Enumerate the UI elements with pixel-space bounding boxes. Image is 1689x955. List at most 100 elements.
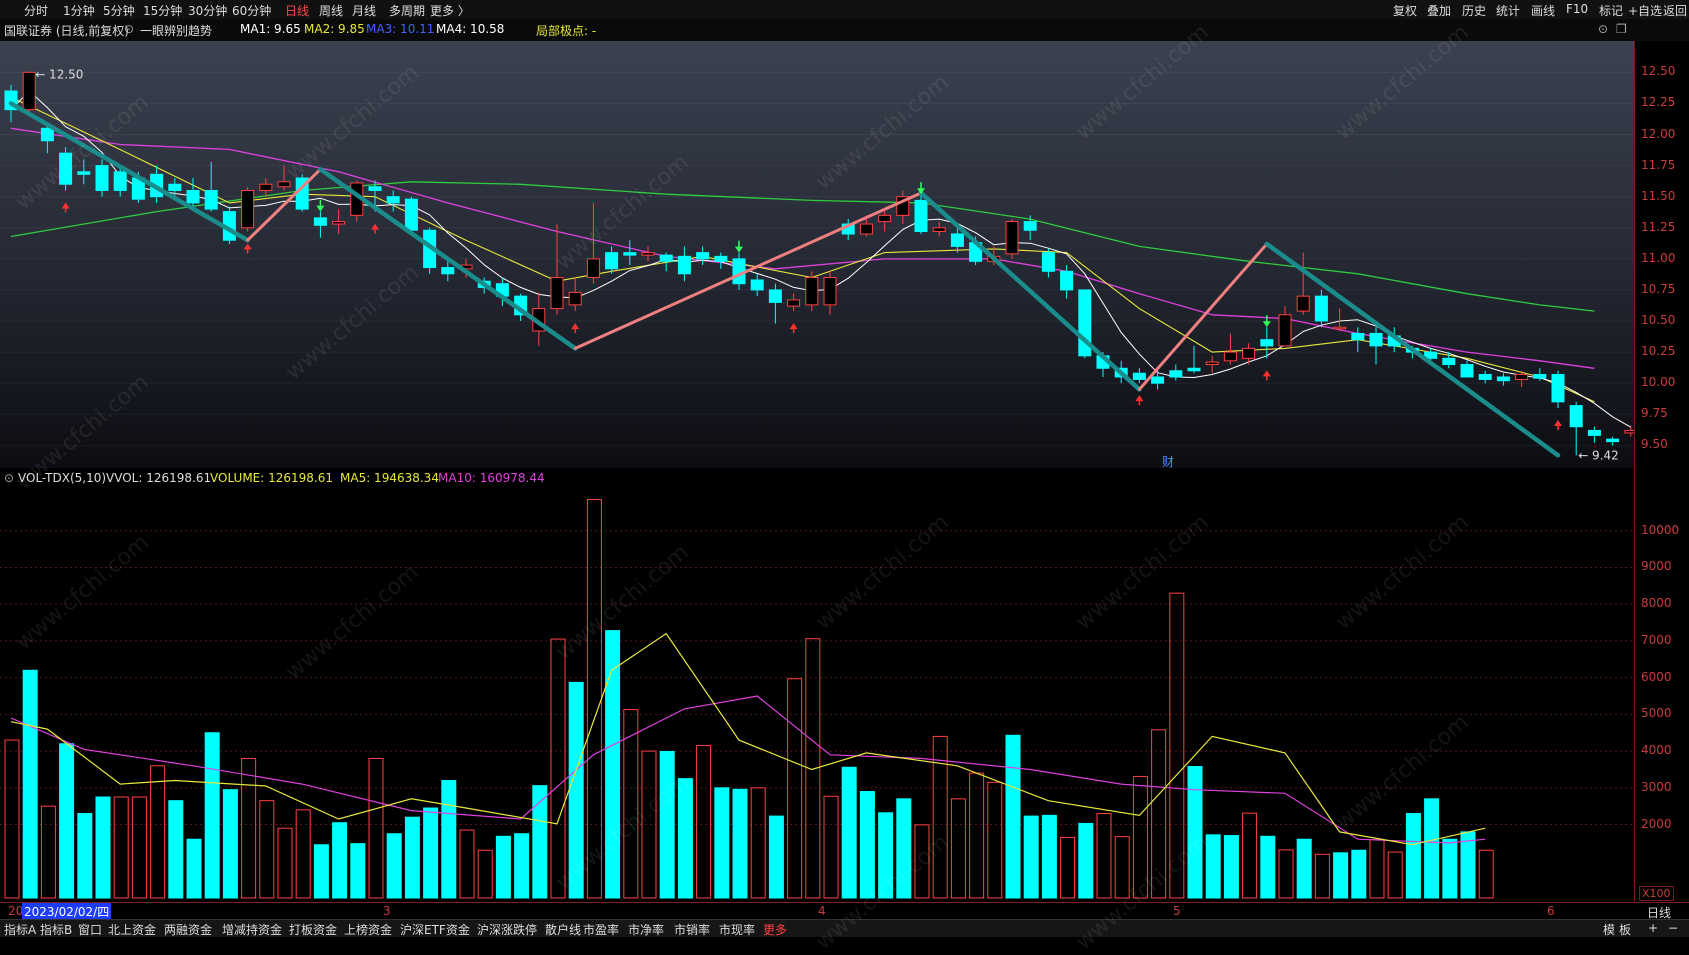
volume-bar[interactable] bbox=[732, 788, 748, 899]
period-tab[interactable]: 30分钟 bbox=[188, 2, 227, 19]
candle[interactable] bbox=[204, 161, 218, 212]
period-tab[interactable]: 1分钟 bbox=[63, 2, 95, 19]
volume-bar[interactable] bbox=[841, 766, 857, 899]
candle[interactable] bbox=[1223, 333, 1237, 365]
volume-bar[interactable] bbox=[295, 809, 311, 899]
volume-bar[interactable] bbox=[423, 807, 439, 899]
volume-bar[interactable] bbox=[1223, 835, 1239, 899]
bottom-tab[interactable]: 沪深涨跌停 bbox=[477, 921, 537, 938]
bottom-tab[interactable]: 上榜资金 bbox=[344, 921, 392, 938]
bottom-tool[interactable]: + bbox=[1648, 921, 1658, 935]
tool-button[interactable]: F10 bbox=[1566, 2, 1588, 16]
volume-bar[interactable] bbox=[1478, 849, 1494, 899]
volume-bar[interactable] bbox=[259, 800, 275, 899]
candle[interactable] bbox=[59, 146, 73, 191]
volume-bar[interactable] bbox=[1096, 813, 1112, 899]
volume-bar[interactable] bbox=[277, 827, 293, 899]
volume-bar[interactable] bbox=[605, 630, 621, 899]
candle[interactable] bbox=[1169, 364, 1183, 381]
period-tab[interactable]: 5分钟 bbox=[103, 2, 135, 19]
candle[interactable] bbox=[677, 246, 691, 282]
indicator-name[interactable]: 一眼辨别趋势 bbox=[140, 22, 212, 39]
candle[interactable] bbox=[77, 159, 91, 185]
volume-bar[interactable] bbox=[896, 798, 912, 899]
volume-chart-panel[interactable]: ⊙ VOL-TDX(5,10) VVOL: 126198.61 VOLUME: … bbox=[0, 468, 1634, 902]
volume-bar[interactable] bbox=[1005, 734, 1021, 899]
volume-bar[interactable] bbox=[1205, 834, 1221, 899]
bottom-tool[interactable]: 模 bbox=[1603, 921, 1615, 938]
volume-bar[interactable] bbox=[750, 787, 766, 899]
volume-bar[interactable] bbox=[1314, 853, 1330, 899]
bottom-tool[interactable]: 板 bbox=[1619, 921, 1631, 938]
bottom-tab[interactable]: 指标B bbox=[40, 921, 72, 938]
candle[interactable] bbox=[805, 271, 819, 312]
candle[interactable] bbox=[386, 190, 400, 212]
candle[interactable] bbox=[259, 178, 273, 197]
volume-bar[interactable] bbox=[241, 757, 257, 899]
volume-bar[interactable] bbox=[332, 822, 348, 899]
volume-bar[interactable] bbox=[586, 499, 602, 899]
volume-bar[interactable] bbox=[1424, 798, 1440, 899]
volume-bar[interactable] bbox=[1405, 813, 1421, 899]
tool-button[interactable]: 叠加 bbox=[1427, 2, 1451, 19]
volume-bar[interactable] bbox=[404, 816, 420, 899]
candle[interactable] bbox=[623, 240, 637, 266]
volume-bar[interactable] bbox=[878, 812, 894, 899]
candle[interactable] bbox=[1041, 248, 1055, 278]
period-tab[interactable]: 周线 bbox=[319, 2, 343, 19]
candle[interactable] bbox=[914, 194, 928, 234]
volume-bar[interactable] bbox=[514, 833, 530, 899]
candle[interactable] bbox=[1369, 327, 1383, 365]
bottom-tab[interactable]: 打板资金 bbox=[289, 921, 337, 938]
candle[interactable] bbox=[823, 271, 837, 315]
stock-title[interactable]: 国联证券 (日线,前复权) bbox=[4, 22, 129, 39]
period-tab[interactable]: 日线 bbox=[285, 2, 309, 19]
candle[interactable] bbox=[1569, 401, 1583, 456]
period-tab[interactable]: 月线 bbox=[352, 2, 376, 19]
candle[interactable] bbox=[186, 178, 200, 207]
volume-bar[interactable] bbox=[1242, 812, 1258, 899]
volume-bar[interactable] bbox=[859, 790, 875, 899]
volume-bar[interactable] bbox=[969, 772, 985, 899]
volume-chart[interactable] bbox=[0, 468, 1634, 902]
candle[interactable] bbox=[1005, 219, 1019, 259]
volume-bar[interactable] bbox=[987, 781, 1003, 899]
volume-bar[interactable] bbox=[823, 795, 839, 899]
volume-bar[interactable] bbox=[186, 838, 202, 899]
volume-bar[interactable] bbox=[368, 757, 384, 899]
volume-bar[interactable] bbox=[1023, 815, 1039, 899]
period-tab[interactable]: 60分钟 bbox=[232, 2, 271, 19]
financial-report-marker[interactable]: 财 bbox=[1162, 455, 1174, 469]
period-tab[interactable]: 多周期 bbox=[389, 2, 425, 19]
volume-bar[interactable] bbox=[1078, 822, 1094, 899]
bottom-tool[interactable]: − bbox=[1668, 921, 1678, 935]
volume-bar[interactable] bbox=[714, 787, 730, 899]
candle[interactable] bbox=[568, 277, 582, 312]
bottom-tab[interactable]: 市现率 bbox=[719, 921, 755, 938]
volume-bar[interactable] bbox=[204, 732, 220, 899]
candle[interactable] bbox=[241, 186, 255, 232]
volume-bar[interactable] bbox=[22, 669, 38, 899]
volume-bar[interactable] bbox=[59, 743, 75, 899]
candle[interactable] bbox=[1132, 368, 1146, 384]
volume-bar[interactable] bbox=[1351, 849, 1367, 899]
candle[interactable] bbox=[1496, 373, 1510, 386]
volume-bar[interactable] bbox=[550, 638, 566, 899]
volume-bar[interactable] bbox=[1151, 729, 1167, 899]
volume-bar[interactable] bbox=[1260, 835, 1276, 899]
volume-bar[interactable] bbox=[568, 681, 584, 899]
bottom-tab[interactable]: 更多 bbox=[763, 921, 787, 938]
candle[interactable] bbox=[896, 190, 910, 225]
volume-bar[interactable] bbox=[386, 833, 402, 899]
date-axis[interactable]: 20 2023/02/02/四 3 4 5 6 日线 bbox=[0, 902, 1689, 920]
volume-bar[interactable] bbox=[113, 796, 129, 899]
volume-bar[interactable] bbox=[350, 843, 366, 899]
volume-bar[interactable] bbox=[1187, 766, 1203, 899]
candle[interactable] bbox=[932, 221, 946, 237]
candle[interactable] bbox=[1296, 252, 1310, 315]
volume-bar[interactable] bbox=[40, 805, 56, 899]
candle[interactable] bbox=[1478, 370, 1492, 384]
volume-bar[interactable] bbox=[313, 844, 329, 899]
candle[interactable] bbox=[313, 211, 327, 238]
candle[interactable] bbox=[95, 159, 109, 197]
